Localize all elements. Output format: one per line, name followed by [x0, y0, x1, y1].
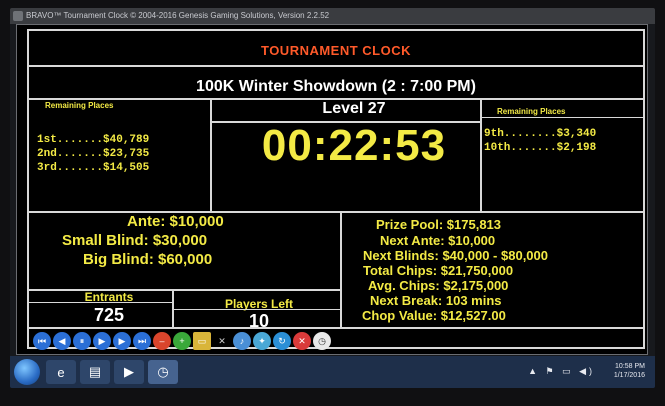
level-label: Level 27: [322, 100, 386, 117]
screen: BRAVO™ Tournament Clock © 2004-2016 Gene…: [10, 8, 655, 388]
system-clock[interactable]: 10:58 PM 1/17/2016: [614, 362, 645, 380]
big-blind-value: Big Blind: $60,000: [83, 251, 213, 268]
pause-icon[interactable]: ⏸: [73, 332, 91, 350]
add-icon[interactable]: +: [173, 332, 191, 350]
divider: [29, 302, 172, 303]
payout-row: 9th........$3,340: [484, 128, 597, 140]
divider: [29, 327, 643, 329]
next-level-icon[interactable]: ▶: [113, 332, 131, 350]
play-icon[interactable]: ▶: [93, 332, 111, 350]
payout-row: 3rd.......$14,505: [37, 162, 150, 174]
payout-row: 1st.......$40,789: [37, 134, 150, 146]
window-titlebar[interactable]: BRAVO™ Tournament Clock © 2004-2016 Gene…: [10, 8, 655, 24]
alarm-clock-icon[interactable]: ◷: [313, 332, 331, 350]
tray-time: 10:58 PM: [615, 363, 645, 370]
close-icon[interactable]: ✕: [293, 332, 311, 350]
star-icon[interactable]: ✦: [253, 332, 271, 350]
clock-frame: TOURNAMENT CLOCK 100K Winter Showdown (2…: [27, 29, 645, 349]
divider: [29, 211, 643, 213]
app-icon: [13, 11, 23, 21]
divider: [29, 65, 643, 67]
divider: [482, 117, 643, 118]
payout-row: 2nd.......$23,735: [37, 148, 150, 160]
prize-pool: Prize Pool: $175,813: [376, 217, 502, 232]
speaker-icon[interactable]: ♪: [233, 332, 251, 350]
tools-icon[interactable]: ✕: [213, 332, 231, 350]
previous-level-icon[interactable]: ◀: [53, 332, 71, 350]
next-ante: Next Ante: $10,000: [380, 233, 496, 248]
media-player-icon[interactable]: ▶: [114, 360, 144, 384]
ante-value: Ante: $10,000: [127, 213, 224, 230]
right-remaining-places-title: Remaining Places: [497, 107, 566, 116]
left-remaining-places-title: Remaining Places: [45, 101, 114, 110]
avg-chips: Avg. Chips: $2,175,000: [368, 278, 509, 293]
system-tray-icons[interactable]: ▲ ⚑ ▭ ◀): [528, 366, 595, 377]
next-blinds: Next Blinds: $40,000 - $80,000: [363, 248, 548, 263]
window-title: BRAVO™ Tournament Clock © 2004-2016 Gene…: [26, 11, 330, 20]
file-explorer-icon[interactable]: ▤: [80, 360, 110, 384]
monitor: BRAVO™ Tournament Clock © 2004-2016 Gene…: [0, 0, 665, 406]
payout-row: 10th.......$2,198: [484, 142, 597, 154]
folder-icon[interactable]: ▭: [193, 332, 211, 350]
small-blind-value: Small Blind: $30,000: [62, 232, 208, 249]
next-break: Next Break: 103 mins: [370, 293, 502, 308]
internet-explorer-icon[interactable]: e: [46, 360, 76, 384]
divider: [340, 211, 342, 327]
event-name: 100K Winter Showdown (2 : 7:00 PM): [196, 78, 476, 95]
control-toolbar: ⏮ ◀ ⏸ ▶ ▶ ⏭ – + ▭ ✕ ♪ ✦ ↻ ✕ ◷: [33, 330, 331, 352]
start-button[interactable]: [14, 359, 40, 385]
countdown-timer: 00:22:53: [261, 121, 447, 170]
divider: [172, 289, 174, 327]
stop-icon[interactable]: –: [153, 332, 171, 350]
tray-date: 1/17/2016: [613, 372, 645, 379]
divider: [174, 309, 340, 310]
tournament-clock-app: TOURNAMENT CLOCK 100K Winter Showdown (2…: [16, 24, 648, 355]
total-chips: Total Chips: $21,750,000: [363, 263, 514, 278]
tournament-clock-taskbar-icon[interactable]: ◷: [148, 360, 178, 384]
chop-value: Chop Value: $12,527.00: [362, 308, 506, 323]
app-title: TOURNAMENT CLOCK: [260, 43, 412, 58]
entrants-value: 725: [93, 305, 125, 325]
windows-taskbar: e ▤ ▶ ◷ ▲ ⚑ ▭ ◀) 10:58 PM 1/17/2016: [10, 356, 655, 388]
last-level-icon[interactable]: ⏭: [133, 332, 151, 350]
divider: [210, 100, 212, 211]
refresh-icon[interactable]: ↻: [273, 332, 291, 350]
first-level-icon[interactable]: ⏮: [33, 332, 51, 350]
